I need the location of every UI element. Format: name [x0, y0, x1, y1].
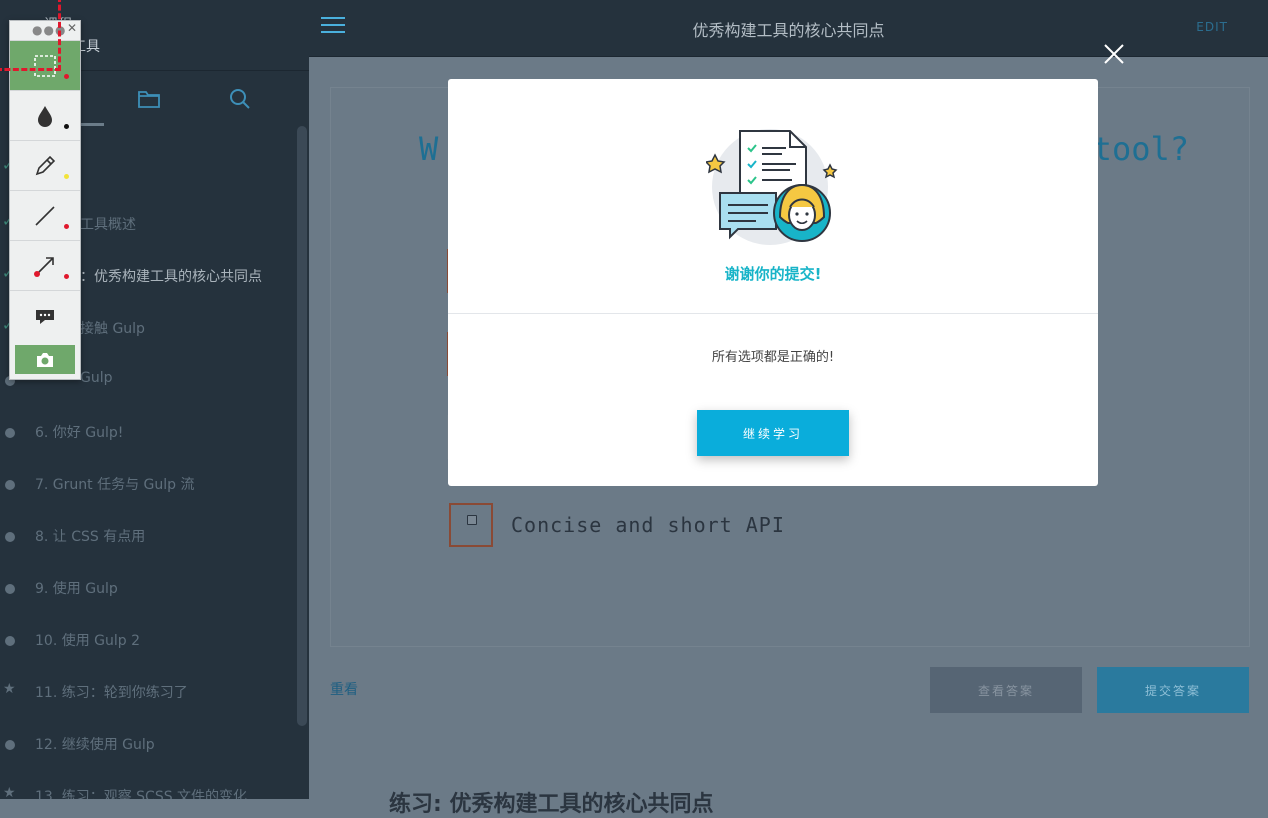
capture-button[interactable] [15, 345, 75, 374]
lesson-item[interactable]: ★ 11. 练习：轮到你练习了 [0, 672, 296, 712]
pencil-icon [35, 155, 56, 176]
color-dot [64, 274, 69, 279]
retry-link[interactable]: 重看 [330, 679, 358, 699]
view-answer-button[interactable]: 查看答案 [930, 667, 1082, 713]
thank-you-illustration [704, 121, 842, 249]
section-heading: 练习: 优秀构建工具的核心共同点 [389, 792, 714, 817]
drag-dots-icon: ●●● [32, 23, 67, 37]
folder-icon[interactable] [137, 87, 161, 111]
dot-icon [5, 428, 15, 438]
continue-learning-button[interactable]: 继续学习 [697, 410, 849, 456]
dot-icon [5, 584, 15, 594]
arrow-icon [34, 257, 54, 277]
pencil-tool[interactable] [10, 140, 80, 190]
line-tool[interactable] [10, 190, 80, 240]
modal-divider [448, 313, 1098, 314]
lesson-item[interactable]: 10. 使用 Gulp 2 [0, 620, 296, 660]
dot-icon [5, 532, 15, 542]
submission-modal: 谢谢你的提交! 所有选项都是正确的! 继续学习 [448, 79, 1098, 486]
lesson-item[interactable]: ★ 13. 练习：观察 SCSS 文件的变化 [0, 776, 296, 799]
modal-heading: 谢谢你的提交! [724, 265, 822, 283]
color-dot [64, 74, 69, 79]
dot-icon [5, 740, 15, 750]
blur-tool[interactable] [10, 90, 80, 140]
lesson-item[interactable]: 6. 你好 Gulp! [0, 412, 296, 452]
answer-option[interactable]: Concise and short API [449, 503, 1049, 549]
color-dot [64, 224, 69, 229]
comment-tool[interactable] [10, 290, 80, 340]
search-icon[interactable] [228, 87, 252, 111]
drop-icon [38, 106, 52, 127]
arrow-tool[interactable] [10, 240, 80, 290]
camera-icon [37, 353, 53, 367]
sidebar-scrollbar[interactable] [297, 126, 307, 726]
palette-drag-handle[interactable]: ●●● ✕ [10, 21, 80, 40]
lesson-item[interactable]: 8. 让 CSS 有点用 [0, 516, 296, 556]
edit-link[interactable]: EDIT [1196, 20, 1228, 34]
star-icon: ★ [3, 785, 16, 799]
annotation-tool-palette: ●●● ✕ [9, 20, 81, 380]
palette-close-icon[interactable]: ✕ [67, 21, 77, 35]
dot-icon [5, 636, 15, 646]
question-text-fragment: W [419, 130, 439, 168]
color-dot [64, 124, 69, 129]
dot-icon [5, 480, 15, 490]
lesson-item[interactable]: 9. 使用 Gulp [0, 568, 296, 608]
page-title: 优秀构建工具的核心共同点 [692, 21, 885, 40]
option-checkbox[interactable] [467, 515, 477, 525]
select-region-icon [34, 55, 56, 77]
star-icon: ★ [3, 681, 16, 697]
modal-message: 所有选项都是正确的! [711, 350, 835, 365]
close-icon[interactable] [1102, 42, 1126, 66]
lesson-item[interactable]: 7. Grunt 任务与 Gulp 流 [0, 464, 296, 504]
select-region-tool[interactable] [10, 40, 80, 90]
color-dot [64, 174, 69, 179]
lesson-item[interactable]: 12. 继续使用 Gulp [0, 724, 296, 764]
line-icon [35, 206, 55, 226]
submit-answer-button[interactable]: 提交答案 [1097, 667, 1249, 713]
option-box[interactable] [449, 503, 493, 547]
option-label: Concise and short API [511, 513, 785, 537]
speech-bubble-icon [36, 310, 54, 324]
